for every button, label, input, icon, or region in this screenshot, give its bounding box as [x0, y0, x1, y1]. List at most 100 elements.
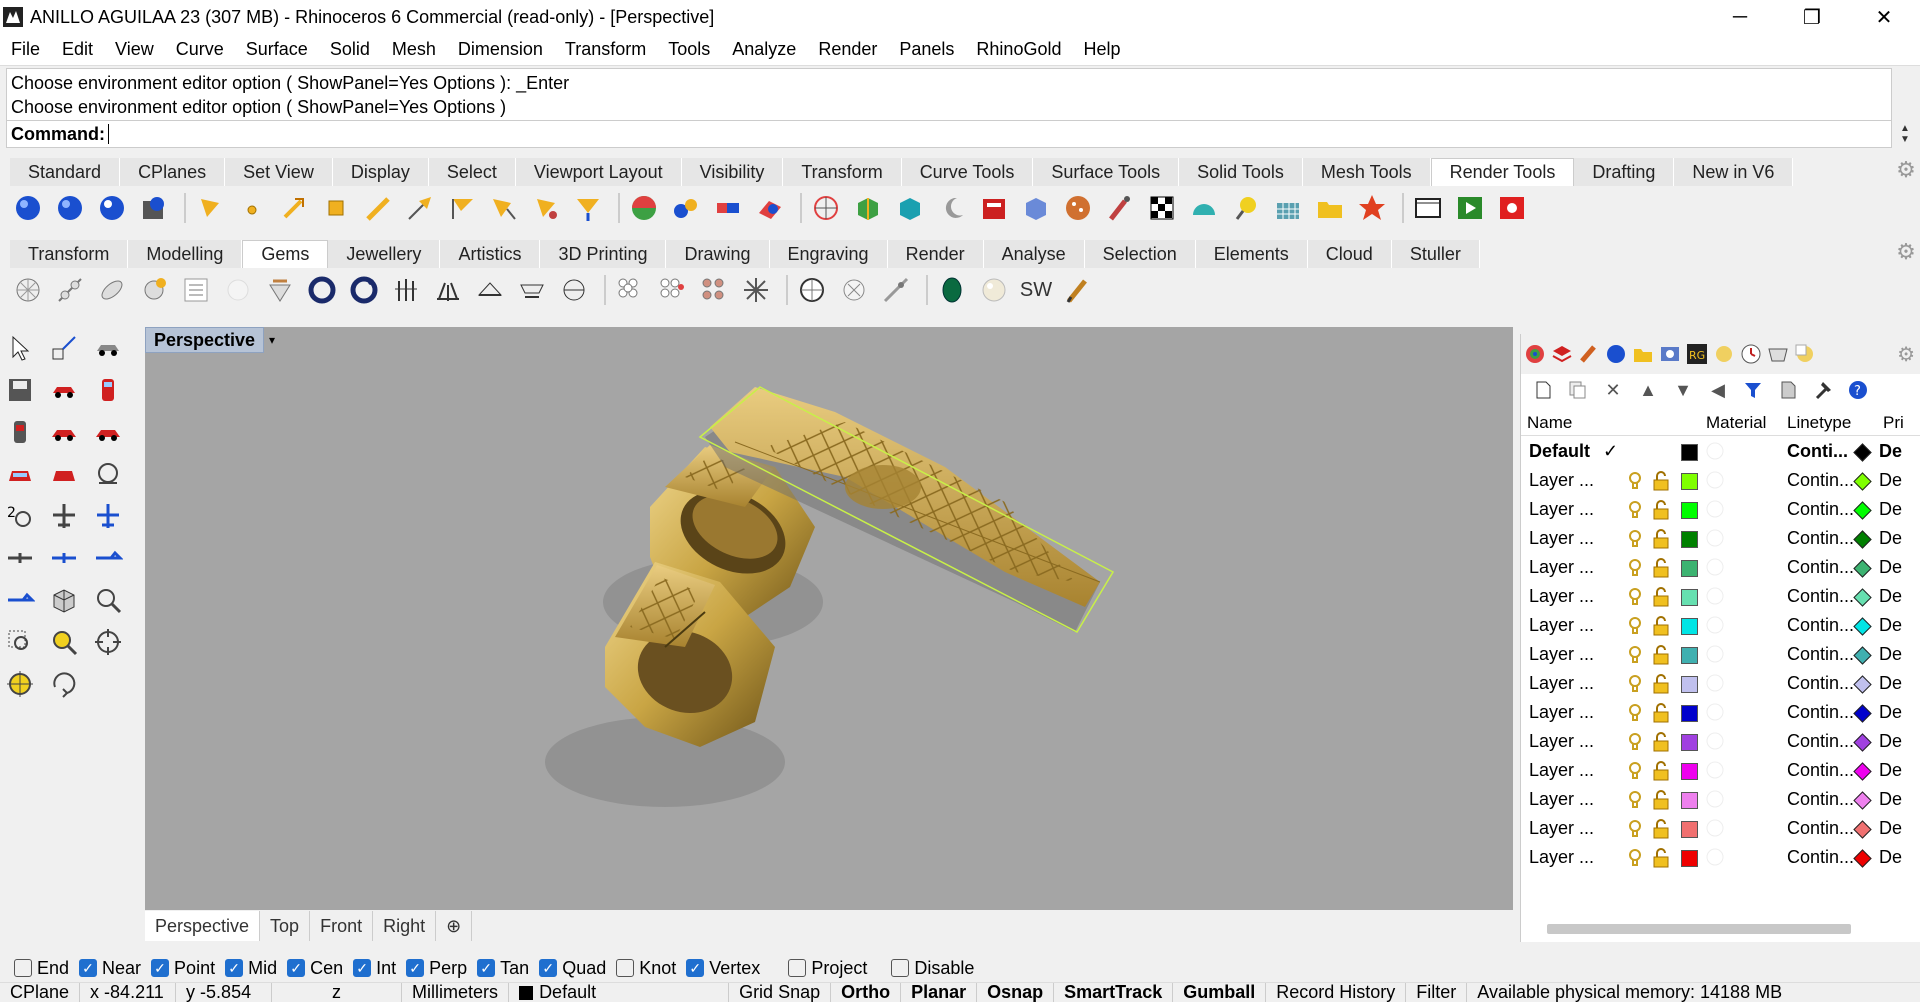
print-color-diamond[interactable] — [1853, 617, 1872, 636]
status-gumball[interactable]: Gumball — [1173, 983, 1267, 1002]
tab-drawing[interactable]: Drawing — [666, 240, 770, 268]
layer-row[interactable]: Layer ... Contin... De — [1521, 757, 1920, 786]
layer-row[interactable]: Layer ... Contin... De — [1521, 728, 1920, 757]
unlocked-padlock-icon[interactable] — [1652, 587, 1670, 612]
gems-on-curve-icon[interactable] — [94, 272, 130, 308]
lightbulb-icon[interactable] — [1627, 790, 1643, 815]
layers-tab-icon[interactable] — [1549, 341, 1575, 367]
layer-color-swatch[interactable] — [1681, 821, 1698, 838]
linear-light-icon[interactable] — [360, 190, 396, 226]
move-layer-up-icon[interactable]: ▲ — [1634, 376, 1662, 404]
layer-linetype[interactable]: Contin... — [1787, 615, 1854, 636]
layer-name[interactable]: Layer ... — [1529, 470, 1594, 491]
layer-color-swatch[interactable] — [1681, 647, 1698, 664]
diamond-brilliant-icon[interactable] — [794, 272, 830, 308]
tools-icon[interactable] — [1809, 376, 1837, 404]
osnap-checkbox[interactable]: ✓ — [406, 959, 425, 977]
ground-plane-icon[interactable] — [808, 190, 844, 226]
layer-name[interactable]: Layer ... — [1529, 818, 1594, 839]
environment-tab-icon[interactable] — [1657, 341, 1683, 367]
box-mapping-icon[interactable] — [850, 190, 886, 226]
layer-print-width[interactable]: De — [1879, 673, 1902, 694]
tab-artistics[interactable]: Artistics — [440, 240, 541, 268]
viewport-tab-top[interactable]: Top — [260, 911, 311, 941]
tab-display[interactable]: Display — [332, 158, 429, 186]
layer-row[interactable]: Layer ... Contin... De — [1521, 815, 1920, 844]
lightbulb-icon[interactable] — [1627, 529, 1643, 554]
plane-front-blue-icon[interactable] — [46, 540, 82, 576]
menu-help[interactable]: Help — [1072, 39, 1131, 60]
sw-tool-button[interactable]: SW — [1018, 272, 1054, 308]
gem-string-icon[interactable] — [878, 272, 914, 308]
viewport-tab-front[interactable]: Front — [310, 911, 374, 941]
unlocked-padlock-icon[interactable] — [1652, 500, 1670, 525]
new-sublayer-icon[interactable] — [1564, 376, 1592, 404]
material-library-icon[interactable] — [136, 190, 172, 226]
filter-icon[interactable] — [1739, 376, 1767, 404]
layer-color-swatch[interactable] — [1681, 618, 1698, 635]
material-circle-icon[interactable] — [1706, 500, 1724, 523]
car-wireframe-icon[interactable] — [90, 456, 126, 492]
target-icon[interactable] — [90, 624, 126, 660]
rhinogold-tab-icon[interactable]: RG — [1684, 341, 1710, 367]
tab-set-view[interactable]: Set View — [225, 158, 333, 186]
help-icon[interactable]: ? — [1844, 376, 1872, 404]
pearl-icon[interactable] — [976, 272, 1012, 308]
menu-mesh[interactable]: Mesh — [381, 39, 447, 60]
osnap-checkbox[interactable]: ✓ — [79, 959, 98, 977]
osnap-quad[interactable]: ✓ Quad — [539, 958, 606, 979]
material-circle-icon[interactable] — [1706, 558, 1724, 581]
status-smarttrack[interactable]: SmartTrack — [1054, 983, 1174, 1002]
gem-studio-icon[interactable] — [10, 272, 46, 308]
lightbulb-icon[interactable] — [1627, 616, 1643, 641]
layer-print-width[interactable]: De — [1879, 760, 1902, 781]
tab-3d-printing[interactable]: 3D Printing — [540, 240, 667, 268]
layer-state-icon[interactable] — [1774, 376, 1802, 404]
layer-linetype[interactable]: Contin... — [1787, 586, 1854, 607]
unlocked-padlock-icon[interactable] — [1652, 703, 1670, 728]
tab-modelling[interactable]: Modelling — [128, 240, 243, 268]
menu-edit[interactable]: Edit — [51, 39, 104, 60]
layer-linetype[interactable]: Contin... — [1787, 528, 1854, 549]
viewport-tab-perspective[interactable]: Perspective — [145, 911, 261, 941]
unlocked-padlock-icon[interactable] — [1652, 674, 1670, 699]
osnap-disable[interactable]: Disable — [891, 958, 974, 979]
scroll-down-icon[interactable]: ▼ — [1900, 134, 1910, 145]
layer-color-swatch[interactable] — [1681, 589, 1698, 606]
lightbulb-icon[interactable] — [1627, 471, 1643, 496]
paint-brush-icon[interactable] — [1102, 190, 1138, 226]
material-circle-icon[interactable] — [1706, 587, 1724, 610]
layer-linetype[interactable]: Conti... — [1787, 441, 1848, 462]
layer-linetype[interactable]: Contin... — [1787, 557, 1854, 578]
layer-row[interactable]: Layer ... Contin... De — [1521, 496, 1920, 525]
menu-dimension[interactable]: Dimension — [447, 39, 554, 60]
pave-cutters-icon[interactable] — [738, 272, 774, 308]
layer-linetype[interactable]: Contin... — [1787, 731, 1854, 752]
cube-teal-icon[interactable] — [892, 190, 928, 226]
menu-render[interactable]: Render — [807, 39, 888, 60]
osnap-int[interactable]: ✓ Int — [353, 958, 396, 979]
osnap-near[interactable]: ✓ Near — [79, 958, 141, 979]
material-circle-icon[interactable] — [1706, 790, 1724, 813]
unlocked-padlock-icon[interactable] — [1652, 529, 1670, 554]
layer-row[interactable]: Layer ... Contin... De — [1521, 583, 1920, 612]
cube-blue-icon[interactable] — [1018, 190, 1054, 226]
material-circle-icon[interactable] — [1706, 616, 1724, 639]
osnap-checkbox[interactable]: ✓ — [539, 959, 558, 977]
restore-button[interactable]: ❐ — [1776, 0, 1848, 34]
column-header-linetype[interactable]: Linetype — [1787, 413, 1851, 433]
material-circle-icon[interactable] — [1706, 848, 1724, 871]
print-color-diamond[interactable] — [1853, 559, 1872, 578]
gem-report-icon[interactable] — [178, 272, 214, 308]
layer-row[interactable]: Layer ... Contin... De — [1521, 670, 1920, 699]
perspective-viewport[interactable]: Perspective ▾ — [145, 327, 1513, 910]
column-header-print[interactable]: Pri — [1883, 413, 1904, 433]
pave-prongs-icon[interactable] — [696, 272, 732, 308]
current-layer-checkmark[interactable]: ✓ — [1603, 441, 1618, 462]
unlocked-padlock-icon[interactable] — [1652, 616, 1670, 641]
spotlight-target-icon[interactable] — [402, 190, 438, 226]
plane-top-icon[interactable] — [46, 498, 82, 534]
status-units[interactable]: Millimeters — [402, 983, 510, 1002]
layer-linetype[interactable]: Contin... — [1787, 673, 1854, 694]
layer-name[interactable]: Default — [1529, 441, 1590, 462]
